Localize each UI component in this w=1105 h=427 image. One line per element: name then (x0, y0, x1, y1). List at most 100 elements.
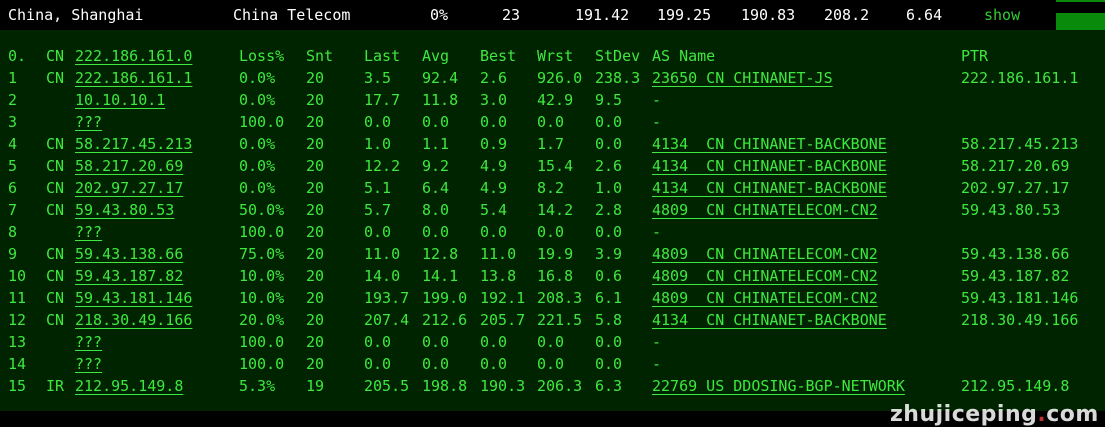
cell-cc: CN (46, 135, 65, 153)
header-stdev: StDev (595, 47, 641, 65)
cell-as-name: - (652, 333, 662, 351)
cell-as-name-link[interactable]: 23650 CN CHINANET-JS (652, 68, 833, 88)
cell-snt: 20 (306, 201, 325, 219)
cell-stdev: 1.0 (595, 179, 623, 197)
cell-snt: 20 (306, 333, 325, 351)
mtr-results-panel: 0. CN 222.186.161.0 Loss% Snt Last Avg Best Wrst… (0, 30, 1105, 427)
cell-loss: 100.0 (239, 113, 285, 131)
cell-host-link[interactable]: ??? (75, 332, 102, 352)
summary-wrst: 208.2 (824, 6, 870, 24)
cell-wrst: 8.2 (537, 179, 565, 197)
cell-ptr: 218.30.49.166 (961, 311, 1079, 329)
header-host-link[interactable]: 222.186.161.0 (75, 46, 192, 66)
cell-wrst: 42.9 (537, 91, 574, 109)
cell-best: 0.0 (480, 333, 508, 351)
cell-host-link[interactable]: 58.217.20.69 (75, 156, 183, 176)
cell-last: 0.0 (364, 223, 392, 241)
cell-cc: CN (46, 267, 65, 285)
cell-ptr: 58.217.20.69 (961, 157, 1070, 175)
cell-hop: 6 (8, 179, 18, 197)
cell-host-link[interactable]: 10.10.10.1 (75, 90, 165, 110)
header-best: Best (480, 47, 517, 65)
cell-avg: 12.8 (422, 245, 459, 263)
cell-avg: 14.1 (422, 267, 459, 285)
cell-host-link[interactable]: 222.186.161.1 (75, 68, 192, 88)
cell-as-name-link[interactable]: 4809 CN CHINATELECOM-CN2 (652, 266, 878, 286)
header-snt: Snt (306, 47, 334, 65)
cell-stdev: 2.8 (595, 201, 623, 219)
cell-stdev: 3.9 (595, 245, 623, 263)
cell-wrst: 208.3 (537, 289, 583, 307)
cell-avg: 0.0 (422, 333, 450, 351)
cell-host-link[interactable]: 212.95.149.8 (75, 376, 183, 396)
cell-as-name-link[interactable]: 4134 CN CHINANET-BACKBONE (652, 310, 887, 330)
cell-hop: 4 (8, 135, 18, 153)
cell-loss: 20.0% (239, 311, 285, 329)
cell-host-link[interactable]: 202.97.27.17 (75, 178, 183, 198)
cell-last: 193.7 (364, 289, 410, 307)
cell-as-name-link[interactable]: 22769 US DDOSING-BGP-NETWORK (652, 376, 905, 396)
cell-stdev: 5.8 (595, 311, 623, 329)
cell-snt: 20 (306, 91, 325, 109)
cell-cc: IR (46, 377, 65, 395)
cell-snt: 20 (306, 311, 325, 329)
cell-host-link[interactable]: ??? (75, 354, 102, 374)
cell-wrst: 15.4 (537, 157, 574, 175)
cell-as-name-link[interactable]: 4809 CN CHINATELECOM-CN2 (652, 200, 878, 220)
cell-as-name-link[interactable]: 4809 CN CHINATELECOM-CN2 (652, 288, 878, 308)
summary-loss: 0% (430, 6, 449, 24)
cell-last: 3.5 (364, 69, 392, 87)
cell-loss: 10.0% (239, 267, 285, 285)
cell-snt: 20 (306, 289, 325, 307)
cell-stdev: 9.5 (595, 91, 623, 109)
cell-snt: 20 (306, 157, 325, 175)
cell-snt: 20 (306, 245, 325, 263)
cell-host-link[interactable]: 59.43.181.146 (75, 288, 192, 308)
cell-avg: 0.0 (422, 355, 450, 373)
cell-host-link[interactable]: 58.217.45.213 (75, 134, 192, 154)
summary-location: China, Shanghai (8, 6, 144, 24)
cell-loss: 100.0 (239, 223, 285, 241)
cell-best: 0.9 (480, 135, 508, 153)
cell-host-link[interactable]: 59.43.138.66 (75, 244, 183, 264)
cell-best: 4.9 (480, 179, 508, 197)
cell-ptr: 212.95.149.8 (961, 377, 1070, 395)
cell-host-link[interactable]: 59.43.80.53 (75, 200, 174, 220)
cell-host-link[interactable]: ??? (75, 222, 102, 242)
cell-last: 17.7 (364, 91, 401, 109)
cell-last: 1.0 (364, 135, 392, 153)
cell-as-name-link[interactable]: 4134 CN CHINANET-BACKBONE (652, 134, 887, 154)
cell-last: 14.0 (364, 267, 401, 285)
cell-hop: 13 (8, 333, 27, 351)
cell-wrst: 19.9 (537, 245, 574, 263)
cell-stdev: 0.0 (595, 355, 623, 373)
cell-wrst: 0.0 (537, 223, 565, 241)
cell-loss: 0.0% (239, 179, 276, 197)
cell-avg: 6.4 (422, 179, 450, 197)
cell-last: 0.0 (364, 113, 392, 131)
cell-wrst: 1.7 (537, 135, 565, 153)
cell-last: 5.7 (364, 201, 392, 219)
cell-loss: 100.0 (239, 355, 285, 373)
cell-best: 2.6 (480, 69, 508, 87)
cell-best: 190.3 (480, 377, 526, 395)
cell-as-name-link[interactable]: 4134 CN CHINANET-BACKBONE (652, 178, 887, 198)
cell-host-link[interactable]: 218.30.49.166 (75, 310, 192, 330)
cell-host-link[interactable]: ??? (75, 112, 102, 132)
cell-hop: 10 (8, 267, 27, 285)
summary-bar: China, Shanghai China Telecom 0% 23 191.… (0, 0, 1105, 30)
cell-stdev: 6.1 (595, 289, 623, 307)
cell-as-name-link[interactable]: 4809 CN CHINATELECOM-CN2 (652, 244, 878, 264)
cell-last: 0.0 (364, 333, 392, 351)
cell-best: 192.1 (480, 289, 526, 307)
cell-as-name-link[interactable]: 4134 CN CHINANET-BACKBONE (652, 156, 887, 176)
watermark-logo: zhujiceping.com (890, 402, 1099, 427)
cell-avg: 11.8 (422, 91, 459, 109)
cell-wrst: 926.0 (537, 69, 583, 87)
cell-avg: 1.1 (422, 135, 450, 153)
show-toggle-link[interactable]: show (984, 6, 1020, 24)
header-last: Last (364, 47, 401, 65)
cell-host-link[interactable]: 59.43.187.82 (75, 266, 183, 286)
cell-hop: 3 (8, 113, 18, 131)
cell-snt: 19 (306, 377, 325, 395)
